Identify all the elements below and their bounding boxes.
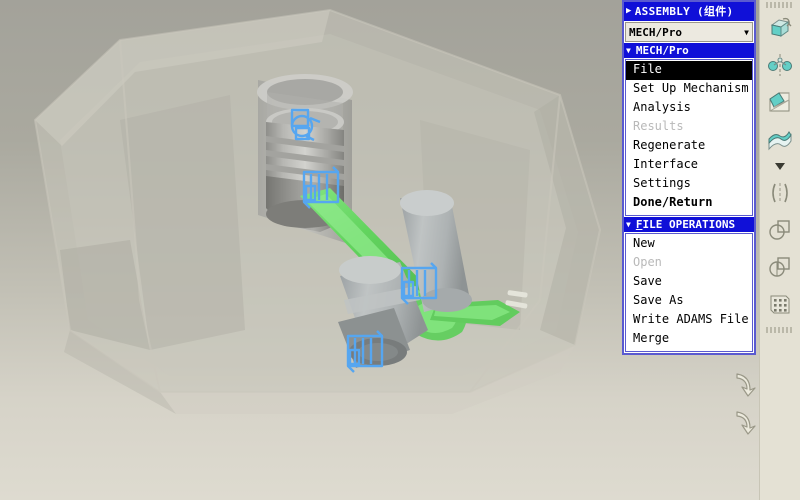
intersect-icon[interactable] [763,213,797,247]
menu-item-settings[interactable]: Settings [626,175,752,194]
menu-manager-title: ASSEMBLY (组件) [634,5,734,18]
menu-item-regenerate[interactable]: Regenerate [626,137,752,156]
menu-item-results: Results [633,119,684,133]
pattern-grid-icon[interactable] [763,287,797,321]
section-header-mech-pro[interactable]: ▼ MECH/Pro [624,43,754,58]
menu-item-done-return[interactable]: Done/Return [626,194,752,213]
chevron-down-icon[interactable]: ▼ [744,28,749,37]
menu-item-analysis[interactable]: Analysis [626,99,752,118]
collapse-triangle-icon[interactable]: ▼ [626,46,631,55]
housing-front-shell [35,10,600,392]
menu-item-merge[interactable]: Merge [626,330,752,349]
section-body-file-operations: New Open Save Save As Write ADAMS File M… [625,233,753,352]
menu-item-save-as[interactable]: Save As [626,292,752,311]
application-window: ▶ ASSEMBLY (组件) MECH/Pro ▼ ▼ MECH/Pro Fi… [0,0,800,500]
expand-triangle-icon[interactable]: ▶ [626,6,632,16]
rotate-arrow-icon[interactable] [724,402,764,440]
menu-item-set-up-mechanism[interactable]: Set Up Mechanism [626,80,752,99]
toolbar-grip-handle[interactable] [766,2,794,8]
surface-shade-icon[interactable] [763,122,797,156]
toolbar-grip-handle-bottom[interactable] [766,327,794,333]
menu-manager-titlebar[interactable]: ▶ ASSEMBLY (组件) [624,2,754,21]
rotate-arrow-icon[interactable] [724,364,764,402]
datum-plane-icon[interactable] [763,85,797,119]
section-label-file-operations: FILE OPERATIONS [635,218,736,231]
mirror-icon[interactable] [763,176,797,210]
section-body-mech-pro: File Set Up Mechanism Analysis Results R… [625,59,753,216]
module-select-value: MECH/Pro [629,25,682,39]
drag-handle-tools[interactable] [724,364,770,440]
menu-item-save[interactable]: Save [626,273,752,292]
collapse-triangle-icon[interactable]: ▼ [626,220,631,229]
menu-manager-panel[interactable]: ▶ ASSEMBLY (组件) MECH/Pro ▼ ▼ MECH/Pro Fi… [622,0,756,355]
menu-item-write-adams-file[interactable]: Write ADAMS File [626,311,752,330]
menu-item-open: Open [633,255,662,269]
section-label-mech-pro: MECH/Pro [635,44,689,57]
spin-model-icon[interactable] [763,11,797,45]
menu-item-new[interactable]: New [626,235,752,254]
toolbar-overflow-caret[interactable] [763,159,797,173]
menu-item-interface[interactable]: Interface [626,156,752,175]
module-select[interactable]: MECH/Pro ▼ [625,22,753,42]
datum-axis-icon[interactable] [763,48,797,82]
section-header-file-operations[interactable]: ▼ FILE OPERATIONS [624,217,754,232]
menu-item-file[interactable]: File [626,61,752,80]
subtract-icon[interactable] [763,250,797,284]
